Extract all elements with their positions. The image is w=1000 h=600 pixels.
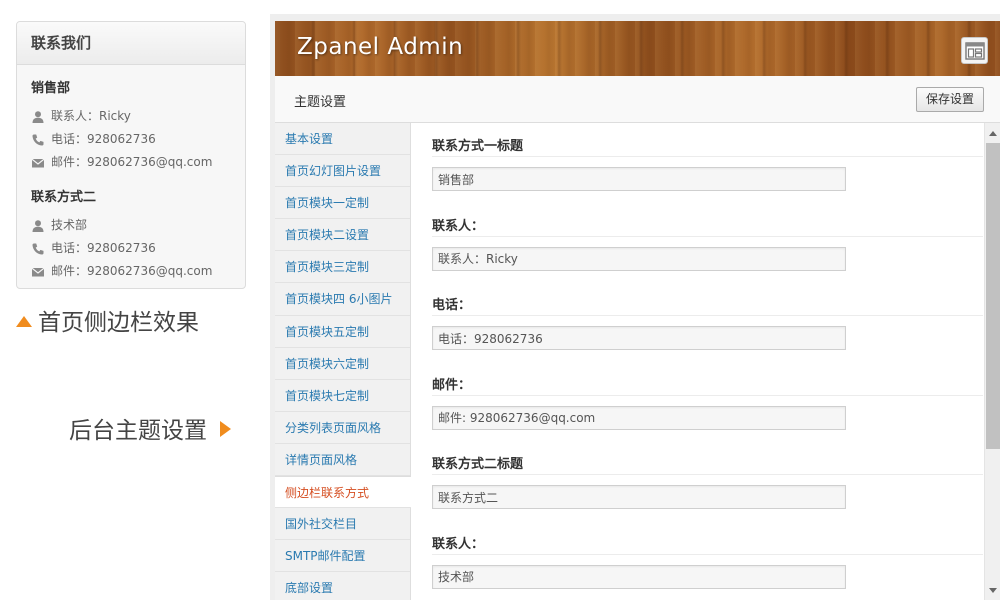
contact-phone-line: 电话：928062736 <box>31 237 231 260</box>
nav-item-sidebar-contact[interactable]: 侧边栏联系方式 <box>275 476 411 509</box>
contact-widget-body: 销售部 联系人：Ricky 电话：928062736 邮件：928062736@… <box>17 65 245 288</box>
field-divider <box>432 394 983 396</box>
mail-icon <box>31 158 45 167</box>
nav-item-home-module-6[interactable]: 首页模块六定制 <box>275 348 410 380</box>
nav-item-home-module-1[interactable]: 首页模块一定制 <box>275 187 410 220</box>
contact-phone-line: 电话：928062736 <box>31 128 231 151</box>
nav-item-footer[interactable]: 底部设置 <box>275 572 410 600</box>
admin-panel: Zpanel Admin 主题设置 保存设置 基本设置 首页幻灯图片设置 首页模… <box>275 21 1000 600</box>
field-divider <box>432 315 983 316</box>
triangle-up-icon <box>16 316 32 327</box>
contact-email-line: 邮件：928062736@qq.com <box>31 151 231 174</box>
phone-icon <box>32 243 44 255</box>
contact-widget-title: 联系我们 <box>17 22 245 65</box>
scrollbar-thumb[interactable] <box>986 143 1000 449</box>
contact-section-title: 联系方式二 <box>31 190 97 205</box>
settings-subheader: 主题设置 保存设置 <box>275 76 1000 123</box>
layout-toggle-button[interactable] <box>961 37 988 64</box>
save-settings-button[interactable]: 保存设置 <box>915 87 984 112</box>
field-divider <box>432 474 983 475</box>
nav-item-home-slider[interactable]: 首页幻灯图片设置 <box>275 155 410 188</box>
contact-email-text: 邮件：928062736@qq.com <box>51 155 213 169</box>
field-contact-1-email: 邮件： <box>412 362 983 442</box>
layout-icon <box>964 41 985 60</box>
triangle-right-icon <box>220 421 231 437</box>
form-scrollbar[interactable] <box>984 123 1000 600</box>
field-label: 邮件： <box>432 377 472 393</box>
user-icon <box>32 110 44 123</box>
caption-admin-settings: 后台主题设置 <box>69 411 231 445</box>
admin-header: Zpanel Admin <box>275 21 1000 76</box>
field-divider <box>432 235 983 237</box>
admin-brand: Zpanel Admin <box>297 34 464 60</box>
mail-icon <box>31 267 45 276</box>
contact-2-person-input[interactable] <box>432 564 846 589</box>
settings-form: 联系方式一标题 联系人： 电话： 邮件： 联系方式二标题 联系人： <box>412 123 983 600</box>
field-label: 联系人： <box>432 536 485 552</box>
contact-person-text: 联系人：Ricky <box>51 109 131 123</box>
scroll-up-arrow-icon[interactable] <box>985 125 1000 141</box>
nav-item-detail-page-style[interactable]: 详情页面风格 <box>275 444 410 477</box>
contact-1-phone-input[interactable] <box>432 326 846 350</box>
nav-item-home-module-7[interactable]: 首页模块七定制 <box>275 380 410 412</box>
contact-phone-text: 电话：928062736 <box>51 132 156 146</box>
nav-item-category-list-style[interactable]: 分类列表页面风格 <box>275 412 410 444</box>
field-divider <box>432 553 983 555</box>
nav-item-home-module-2[interactable]: 首页模块二设置 <box>275 219 410 252</box>
field-label: 联系人： <box>432 218 485 234</box>
phone-icon <box>32 134 44 146</box>
caption-admin-settings-text: 后台主题设置 <box>69 418 207 444</box>
nav-item-home-module-5[interactable]: 首页模块五定制 <box>275 316 410 348</box>
field-contact-1-title: 联系方式一标题 <box>412 123 983 203</box>
contact-email-line: 邮件：928062736@qq.com <box>31 260 231 283</box>
field-label: 电话： <box>432 298 472 313</box>
contact-widget: 联系我们 销售部 联系人：Ricky 电话：928062736 邮件：92806… <box>16 21 246 289</box>
field-label: 联系方式二标题 <box>432 457 524 472</box>
caption-sidebar-effect: 首页侧边栏效果 <box>16 303 199 337</box>
field-label: 联系方式一标题 <box>432 139 524 154</box>
field-contact-1-person: 联系人： <box>412 203 983 283</box>
user-icon <box>32 219 44 232</box>
field-contact-1-phone: 电话： <box>412 282 983 362</box>
nav-item-home-module-3[interactable]: 首页模块三定制 <box>275 251 410 284</box>
contact-1-person-input[interactable] <box>432 246 846 271</box>
contact-1-title-input[interactable] <box>432 167 846 191</box>
contact-phone-text: 电话：928062736 <box>51 241 156 255</box>
nav-item-basic-settings[interactable]: 基本设置 <box>275 123 410 156</box>
nav-item-smtp[interactable]: SMTP邮件配置 <box>275 540 410 573</box>
contact-person-line: 联系人：Ricky <box>31 105 231 128</box>
contact-person-line: 技术部 <box>31 214 231 237</box>
contact-section-title: 销售部 <box>31 81 71 96</box>
page-title: 主题设置 <box>294 95 347 110</box>
field-contact-2-title: 联系方式二标题 <box>412 441 983 521</box>
field-contact-2-person: 联系人： <box>412 521 983 600</box>
field-divider <box>432 156 983 157</box>
contact-email-text: 邮件：928062736@qq.com <box>51 264 213 278</box>
caption-sidebar-effect-text: 首页侧边栏效果 <box>38 310 199 336</box>
settings-sidebar-nav: 基本设置 首页幻灯图片设置 首页模块一定制 首页模块二设置 首页模块三定制 首页… <box>275 123 411 600</box>
scroll-down-arrow-icon[interactable] <box>985 582 1000 598</box>
contact-1-email-input[interactable] <box>432 405 846 430</box>
nav-item-social[interactable]: 国外社交栏目 <box>275 508 410 541</box>
contact-2-title-input[interactable] <box>432 485 846 509</box>
nav-item-home-module-4[interactable]: 首页模块四 6小图片 <box>275 283 410 316</box>
contact-person-text: 技术部 <box>51 218 88 232</box>
